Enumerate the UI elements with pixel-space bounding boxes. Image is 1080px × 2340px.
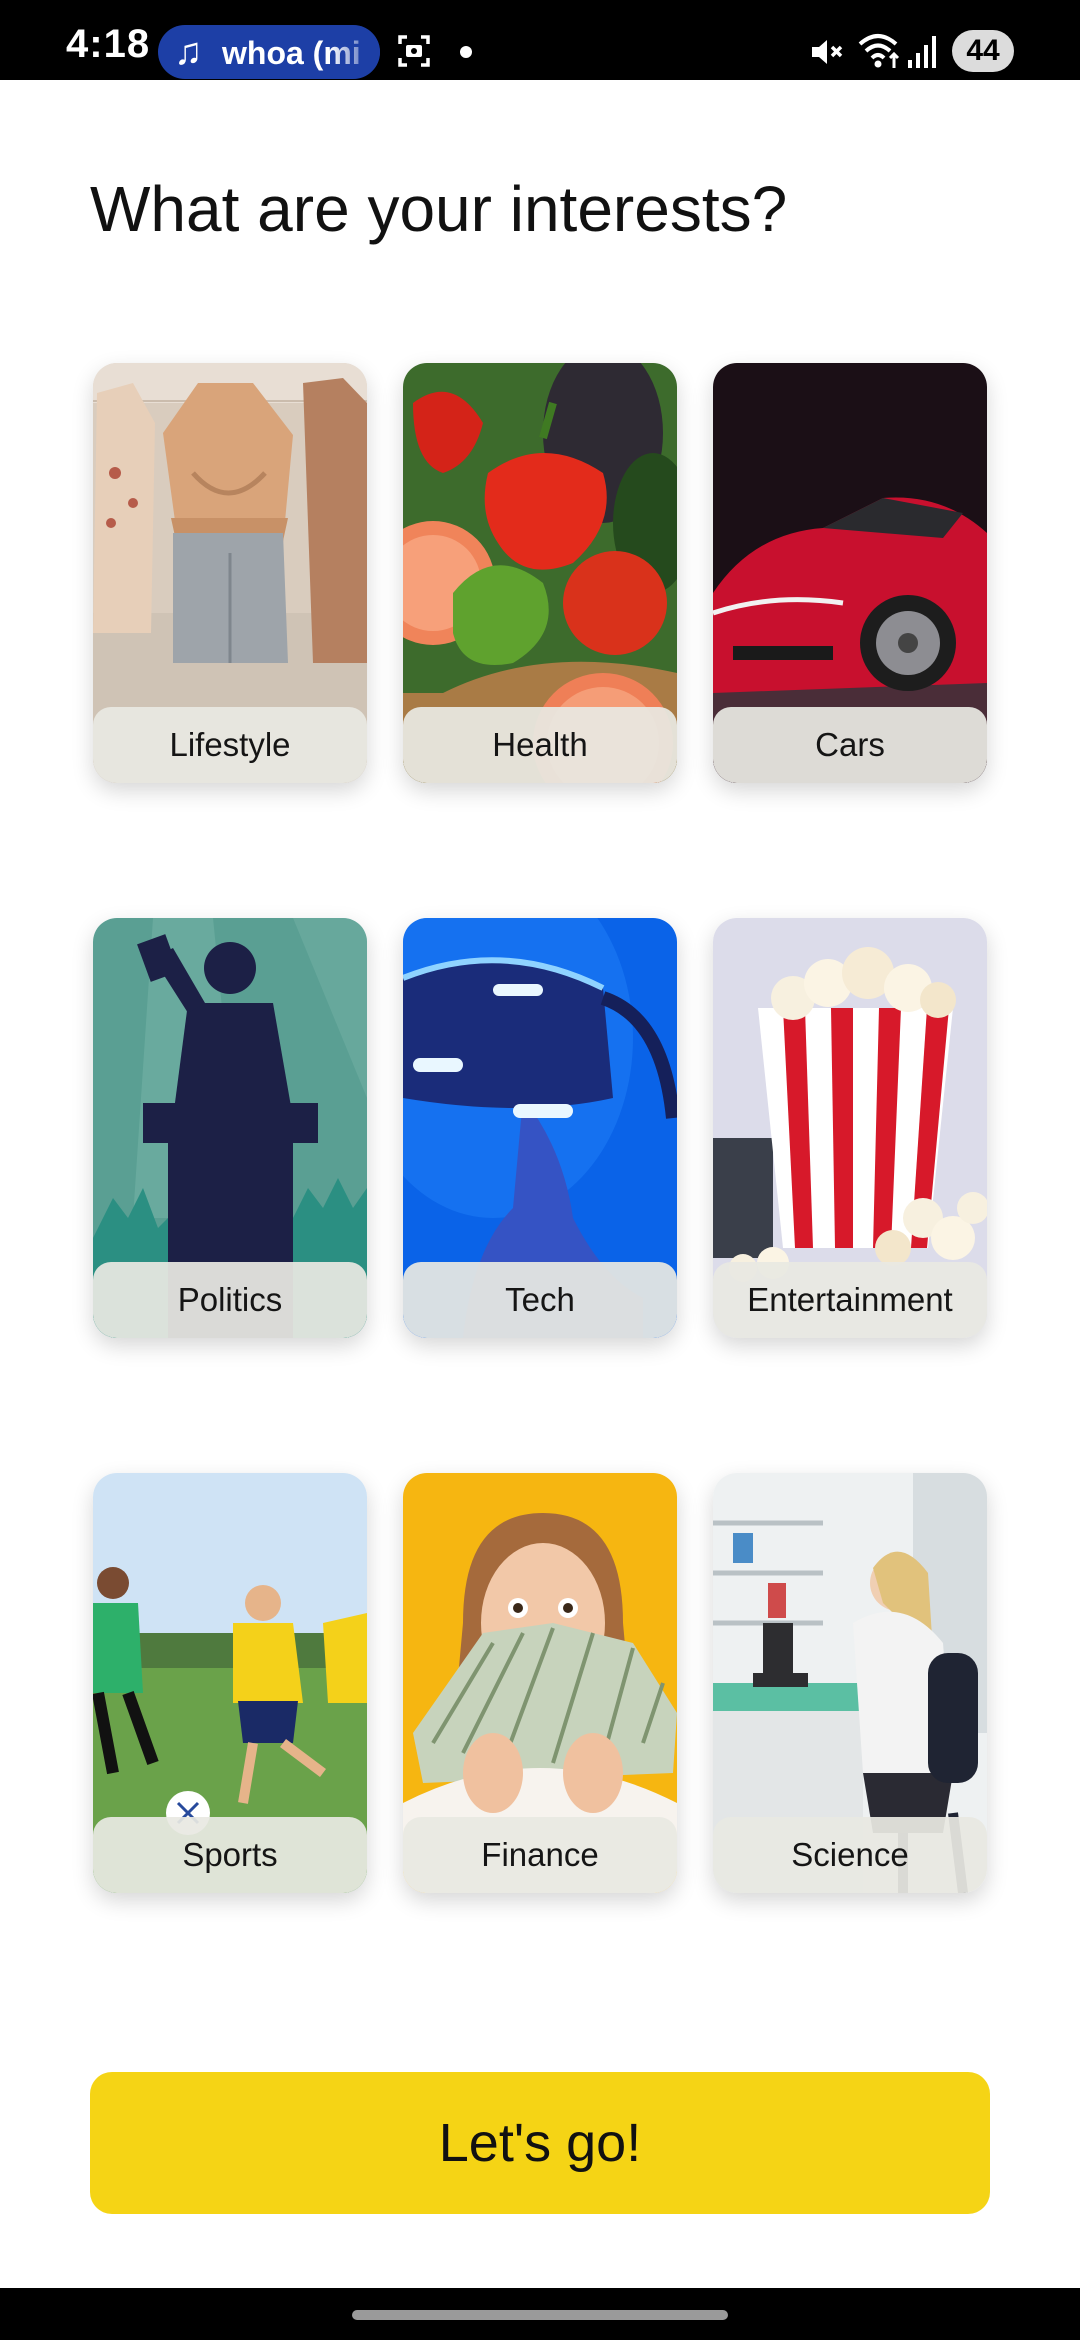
lets-go-button[interactable]: Let's go!: [90, 2072, 990, 2214]
app-screen: What are your interests? Lifestyle Healt…: [0, 80, 1080, 2288]
media-chip[interactable]: ♫ whoa (mi: [158, 25, 380, 79]
interest-card-finance[interactable]: Finance: [403, 1473, 677, 1893]
interest-card-science[interactable]: Science: [713, 1473, 987, 1893]
signal-icon: [908, 36, 936, 68]
media-chip-fade: [330, 25, 380, 79]
interest-card-entertainment[interactable]: Entertainment: [713, 918, 987, 1338]
battery-icon: 44: [952, 30, 1014, 72]
interest-label: Sports: [182, 1836, 278, 1873]
notification-dot: [460, 46, 472, 58]
interest-card-health[interactable]: Health: [403, 363, 677, 783]
interest-card-tech[interactable]: Tech: [403, 918, 677, 1338]
interest-card-cars[interactable]: Cars: [713, 363, 987, 783]
page-title: What are your interests?: [90, 173, 788, 245]
status-time: 4:18: [66, 22, 151, 66]
interest-label: Cars: [815, 726, 885, 763]
home-handle[interactable]: [352, 2310, 728, 2320]
music-note-icon: ♫: [174, 31, 203, 73]
gesture-nav-bar: [0, 2288, 1080, 2340]
status-bar: 4:18 ♫ whoa (mi 44: [0, 0, 1080, 80]
screenshot-icon: [398, 35, 430, 67]
interest-label: Tech: [505, 1281, 575, 1318]
interest-label: Politics: [177, 1281, 283, 1318]
interest-label: Entertainment: [747, 1281, 953, 1318]
interest-label: Science: [791, 1836, 909, 1873]
interest-label: Lifestyle: [169, 726, 291, 763]
interest-card-politics[interactable]: Politics: [93, 918, 367, 1338]
interest-label: Health: [492, 726, 588, 763]
interest-card-lifestyle[interactable]: Lifestyle: [93, 363, 367, 783]
mute-icon: [812, 40, 843, 64]
interest-label: Finance: [481, 1836, 599, 1873]
wifi-icon: [858, 34, 900, 68]
interest-card-sports[interactable]: Sports: [93, 1473, 367, 1893]
